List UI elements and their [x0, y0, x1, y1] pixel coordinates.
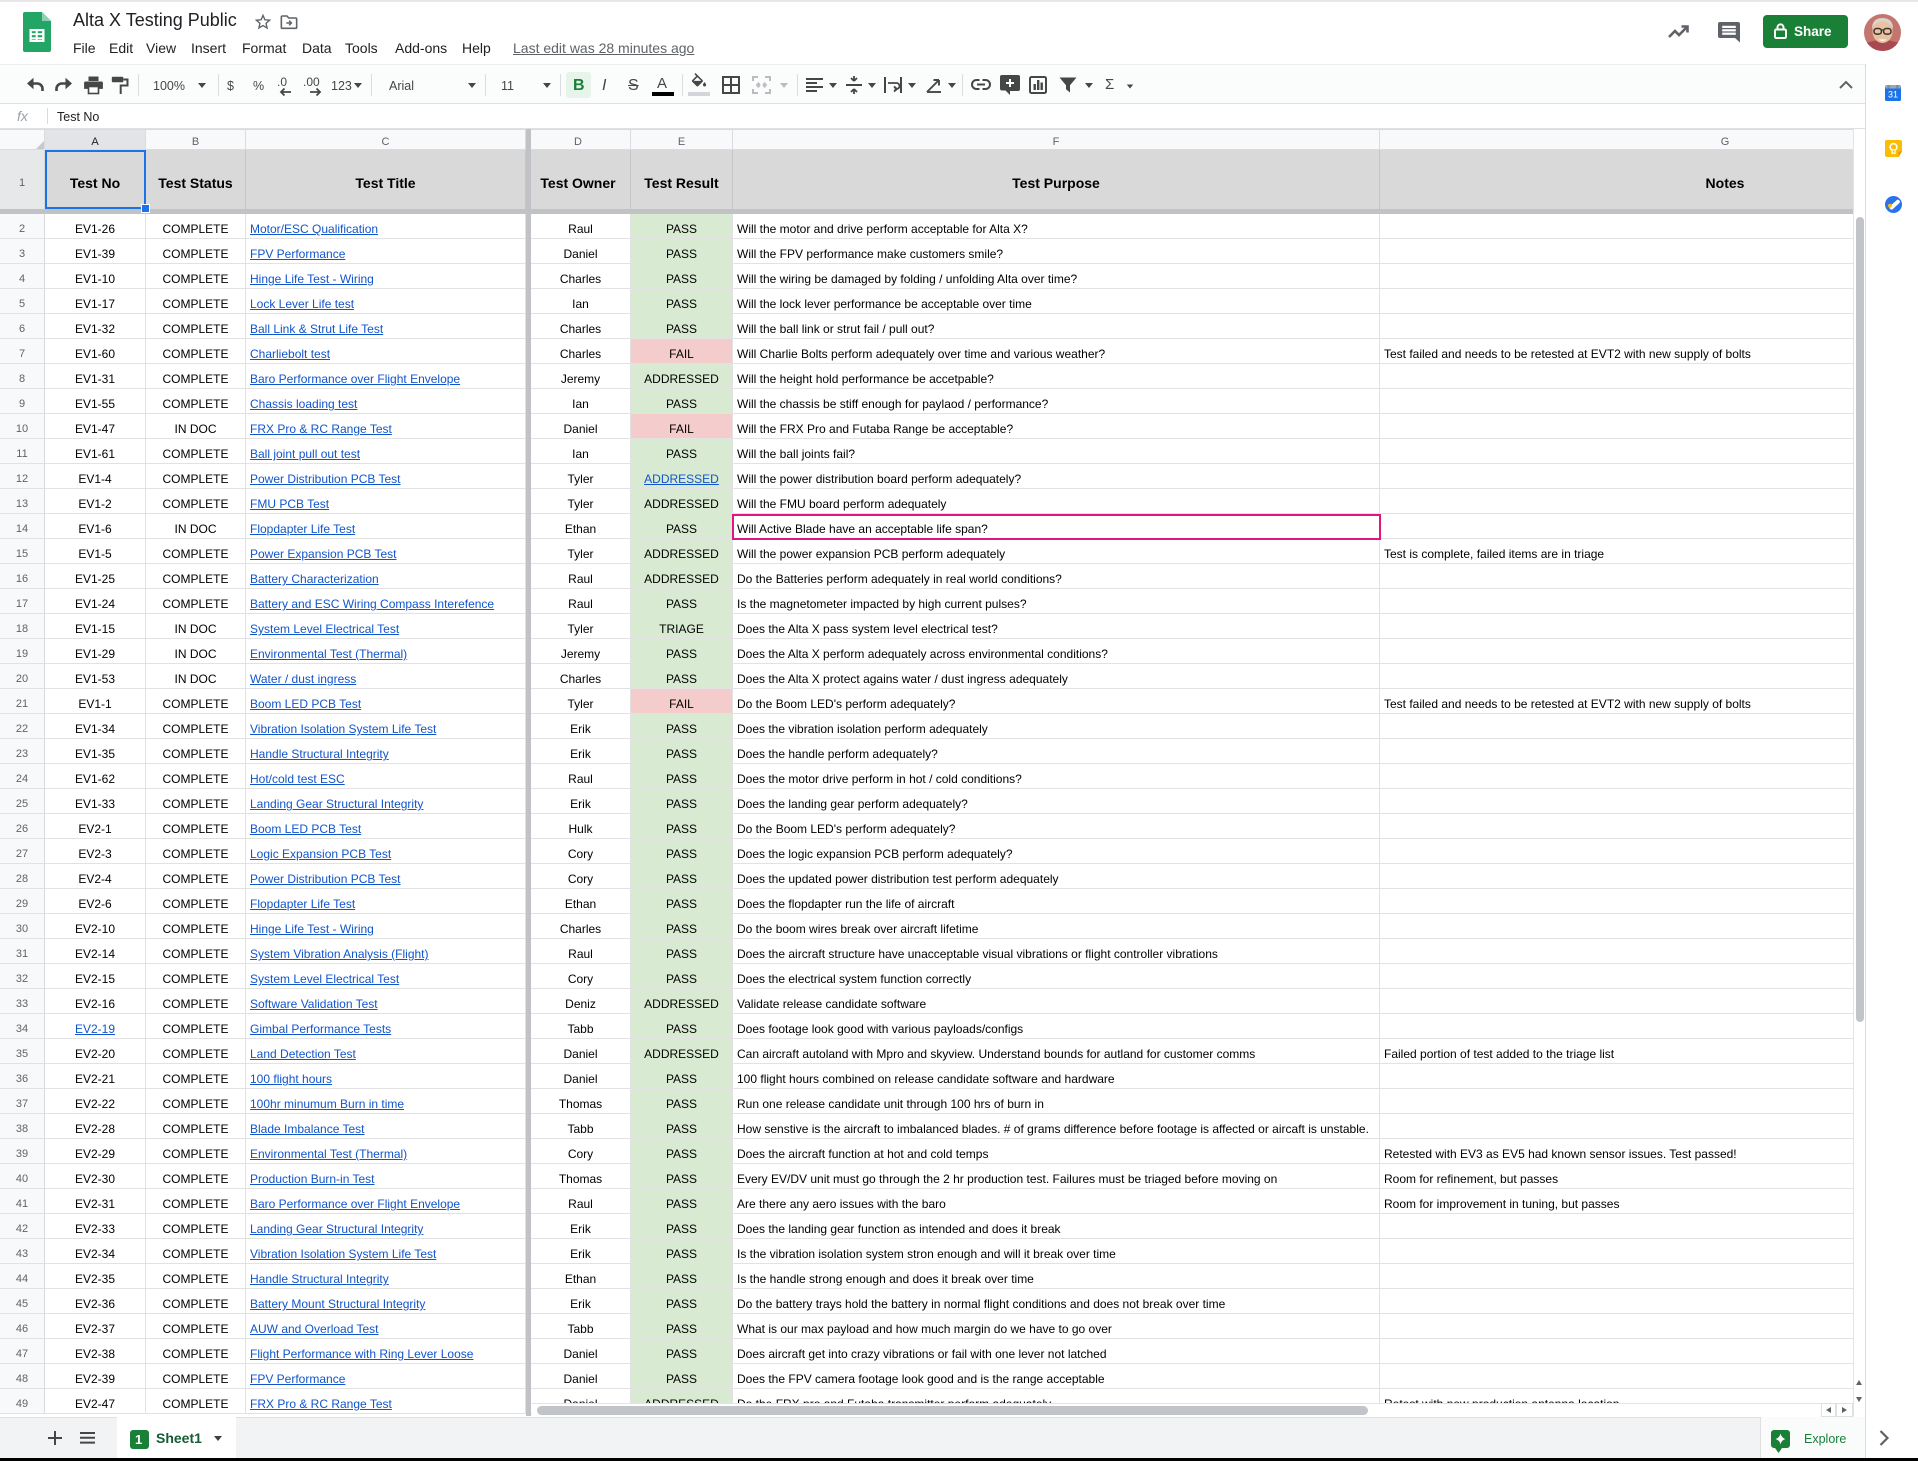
svg-text:31: 31 — [1888, 90, 1898, 100]
